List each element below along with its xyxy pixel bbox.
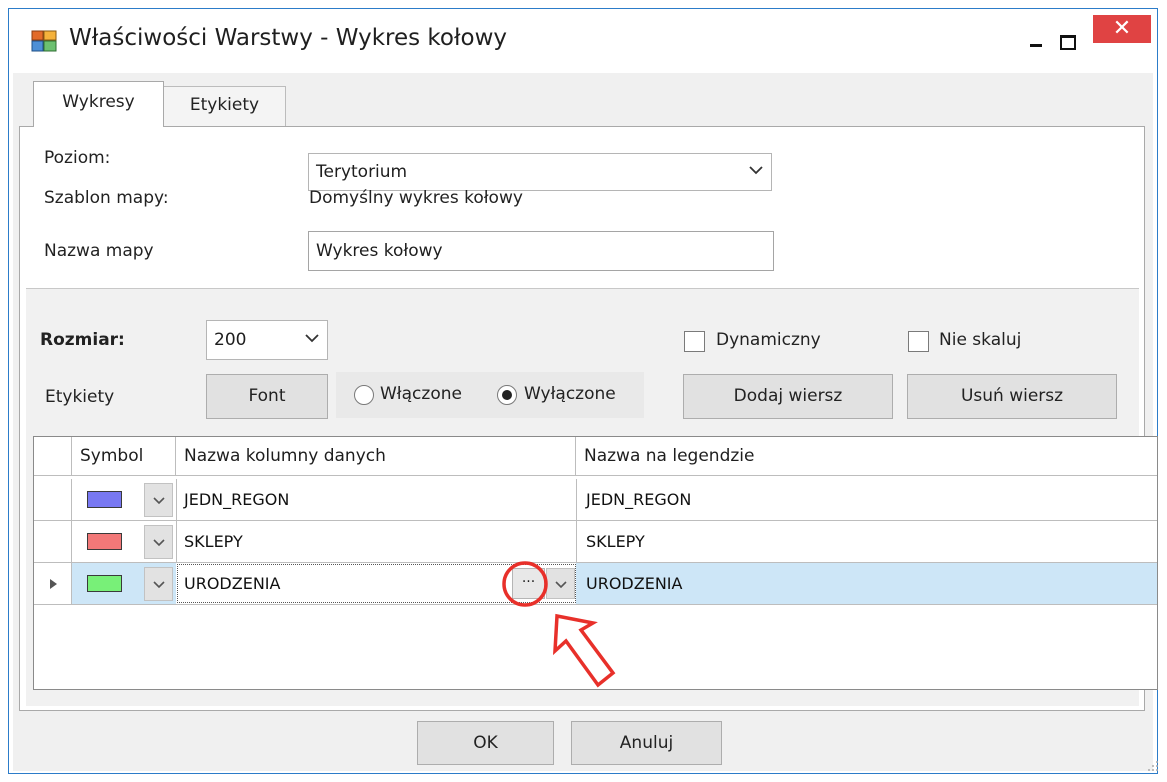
symbol-dropdown-button[interactable] [144, 567, 173, 601]
color-swatch[interactable] [87, 575, 122, 592]
app-icon [31, 30, 57, 52]
add-row-button[interactable]: Dodaj wiersz [683, 374, 893, 419]
nazwa-mapy-value: Wykres kołowy [316, 241, 443, 261]
ok-button[interactable]: OK [417, 721, 554, 765]
column-header-legend-name[interactable]: Nazwa na legendzie [576, 437, 1157, 476]
general-settings-section: Poziom: Terytorium Szablon mapy: Domyśln… [20, 127, 1144, 287]
legend-name-cell[interactable]: SKLEPY [586, 532, 645, 551]
current-row-arrow-icon [50, 579, 57, 589]
close-button[interactable]: ✕ [1093, 15, 1151, 43]
poziom-value: Terytorium [316, 162, 408, 182]
color-swatch[interactable] [87, 491, 122, 508]
wylaczone-label[interactable]: Wyłączone [524, 384, 616, 404]
cancel-button[interactable]: Anuluj [571, 721, 722, 765]
szablon-value: Domyślny wykres kołowy [309, 188, 523, 208]
minimize-button[interactable] [1024, 29, 1048, 53]
wlaczone-radio[interactable] [354, 385, 374, 405]
legend-name-cell[interactable]: JEDN_REGON [586, 490, 691, 509]
font-button[interactable]: Font [206, 374, 328, 419]
window-title: Właściwości Warstwy - Wykres kołowy [69, 25, 508, 51]
rozmiar-dropdown[interactable]: 200 [206, 320, 328, 360]
poziom-dropdown[interactable]: Terytorium [308, 153, 772, 191]
szablon-label: Szablon mapy: [44, 188, 169, 208]
dynamiczny-label[interactable]: Dynamiczny [716, 330, 821, 350]
chevron-down-icon [305, 334, 319, 343]
row-header[interactable] [34, 563, 72, 605]
nie-skaluj-checkbox[interactable] [908, 331, 929, 352]
etykiety-label: Etykiety [45, 387, 115, 407]
annotation-highlight-icon [502, 561, 616, 688]
rozmiar-value: 200 [214, 330, 247, 350]
nie-skaluj-label[interactable]: Nie skaluj [939, 330, 1021, 350]
data-column-cell[interactable]: JEDN_REGON [184, 490, 289, 509]
nazwa-mapy-input[interactable]: Wykres kołowy [308, 231, 774, 271]
maximize-button[interactable] [1055, 29, 1079, 53]
tab-etykiety[interactable]: Etykiety [163, 86, 286, 126]
column-header-symbol[interactable]: Symbol [72, 437, 176, 476]
table-row[interactable]: JEDN_REGON JEDN_REGON [34, 479, 1157, 521]
chevron-down-icon [153, 581, 165, 589]
tab-wykresy[interactable]: Wykresy [33, 81, 164, 127]
data-column-cell[interactable]: SKLEPY [184, 532, 243, 551]
title-bar[interactable]: Właściwości Warstwy - Wykres kołowy ✕ [9, 9, 1157, 73]
data-column-cell[interactable]: URODZENIA [184, 574, 280, 593]
color-swatch[interactable] [87, 533, 122, 550]
remove-row-button[interactable]: Usuń wiersz [907, 374, 1117, 419]
wlaczone-label[interactable]: Włączone [380, 384, 462, 404]
row-header-corner [34, 437, 72, 476]
wylaczone-radio[interactable] [497, 385, 517, 405]
cell-separator [576, 479, 577, 521]
row-header[interactable] [34, 521, 72, 563]
row-header[interactable] [34, 479, 72, 521]
resize-grip-icon[interactable] [1147, 760, 1159, 772]
rozmiar-label: Rozmiar: [40, 330, 125, 350]
symbol-dropdown-button[interactable] [144, 483, 173, 517]
chevron-down-icon [749, 166, 763, 175]
cell-separator [176, 479, 177, 521]
dynamiczny-checkbox[interactable] [684, 331, 705, 352]
cell-separator [176, 521, 177, 563]
chevron-down-icon [153, 497, 165, 505]
symbol-dropdown-button[interactable] [144, 525, 173, 559]
poziom-label: Poziom: [44, 148, 111, 168]
column-header-data-column[interactable]: Nazwa kolumny danych [176, 437, 576, 476]
nazwa-mapy-label: Nazwa mapy [44, 241, 154, 261]
chevron-down-icon [153, 539, 165, 547]
